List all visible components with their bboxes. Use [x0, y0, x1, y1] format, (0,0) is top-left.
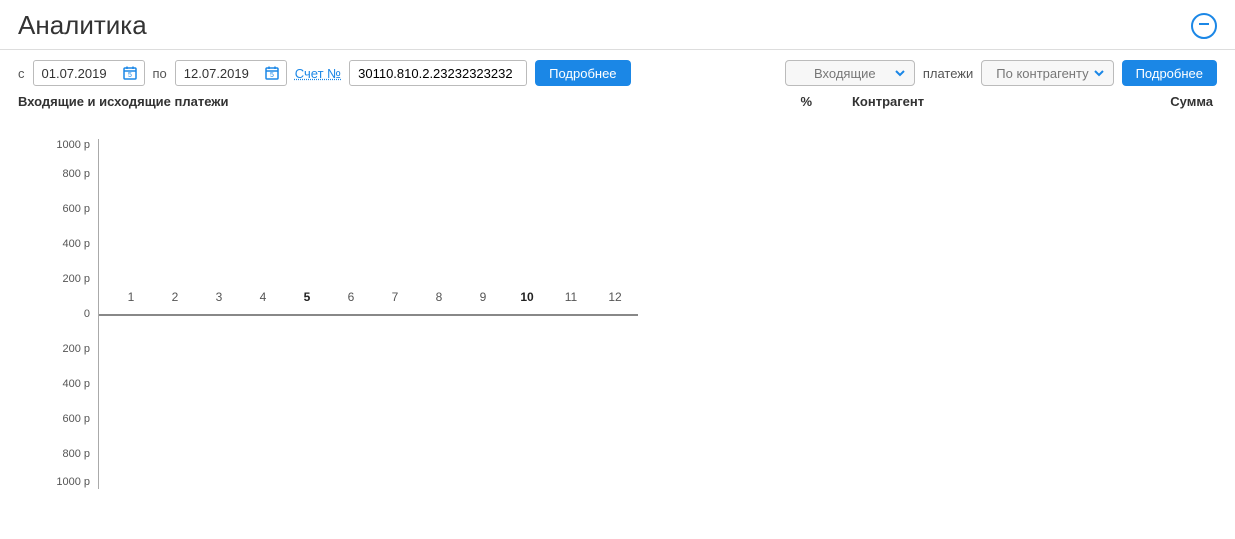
table-headers: % Контрагент Сумма — [698, 94, 1217, 109]
page-header: Аналитика — [0, 0, 1235, 50]
x-tick: 3 — [197, 290, 241, 304]
x-tick: 8 — [417, 290, 461, 304]
x-tick: 4 — [241, 290, 285, 304]
chevron-down-icon — [894, 67, 906, 79]
direction-select[interactable]: Входящие — [785, 60, 915, 86]
to-date-input[interactable] — [184, 66, 258, 81]
y-tick: 600 р — [62, 401, 98, 436]
filters-row: с 5 по 5 — [0, 50, 1235, 94]
groupby-select-value: По контрагенту — [996, 66, 1088, 81]
y-tick: 1000 р — [56, 471, 98, 488]
y-axis: 1000 р800 р600 р400 р200 р0200 р400 р600… — [48, 139, 98, 489]
filters-left: с 5 по 5 — [18, 60, 631, 86]
from-date-input[interactable] — [42, 66, 116, 81]
y-tick: 1000 р — [56, 139, 98, 156]
groupby-select[interactable]: По контрагенту — [981, 60, 1113, 86]
account-field[interactable] — [349, 60, 527, 86]
y-tick: 400 р — [62, 366, 98, 401]
details-button[interactable]: Подробнее — [535, 60, 630, 86]
x-tick: 5 — [285, 290, 329, 304]
x-tick: 1 — [109, 290, 153, 304]
x-axis: 123456789101112 — [109, 290, 638, 304]
svg-text:5: 5 — [128, 72, 132, 79]
col-sum: Сумма — [1093, 94, 1213, 109]
direction-select-value: Входящие — [814, 66, 876, 81]
x-tick: 11 — [549, 290, 593, 304]
from-label: с — [18, 66, 25, 81]
chart-panel: Входящие и исходящие платежи 1000 р800 р… — [18, 94, 668, 489]
y-tick: 200 р — [62, 261, 98, 296]
x-tick: 9 — [461, 290, 505, 304]
col-pct: % — [702, 94, 812, 109]
y-tick: 200 р — [62, 331, 98, 366]
to-date-field[interactable]: 5 — [175, 60, 287, 86]
account-label-link[interactable]: Счет № — [295, 66, 341, 81]
table-panel: % Контрагент Сумма — [698, 94, 1217, 489]
y-tick: 800 р — [62, 436, 98, 471]
collapse-button[interactable] — [1191, 13, 1217, 39]
y-tick: 0 — [84, 296, 98, 331]
x-tick: 10 — [505, 290, 549, 304]
chart-area: 1000 р800 р600 р400 р200 р0200 р400 р600… — [18, 139, 668, 489]
payments-label: платежи — [923, 66, 973, 81]
minus-icon — [1198, 18, 1210, 33]
x-tick: 6 — [329, 290, 373, 304]
zero-line — [99, 314, 638, 316]
x-tick: 12 — [593, 290, 637, 304]
x-tick: 2 — [153, 290, 197, 304]
filters-right: Входящие платежи По контрагенту Подробне… — [785, 60, 1217, 86]
calendar-icon[interactable]: 5 — [122, 65, 138, 81]
page-title: Аналитика — [18, 10, 147, 41]
y-tick: 600 р — [62, 191, 98, 226]
plot-area: 123456789101112 — [98, 139, 638, 489]
svg-text:5: 5 — [270, 72, 274, 79]
chart-title: Входящие и исходящие платежи — [18, 94, 668, 109]
content-row: Входящие и исходящие платежи 1000 р800 р… — [0, 94, 1235, 507]
chevron-down-icon — [1093, 67, 1105, 79]
y-tick: 400 р — [62, 226, 98, 261]
x-tick: 7 — [373, 290, 417, 304]
y-tick: 800 р — [62, 156, 98, 191]
col-counterparty: Контрагент — [812, 94, 1093, 109]
from-date-field[interactable]: 5 — [33, 60, 145, 86]
to-label: по — [153, 66, 167, 81]
calendar-icon[interactable]: 5 — [264, 65, 280, 81]
details-button-right[interactable]: Подробнее — [1122, 60, 1217, 86]
account-input[interactable] — [358, 66, 518, 81]
